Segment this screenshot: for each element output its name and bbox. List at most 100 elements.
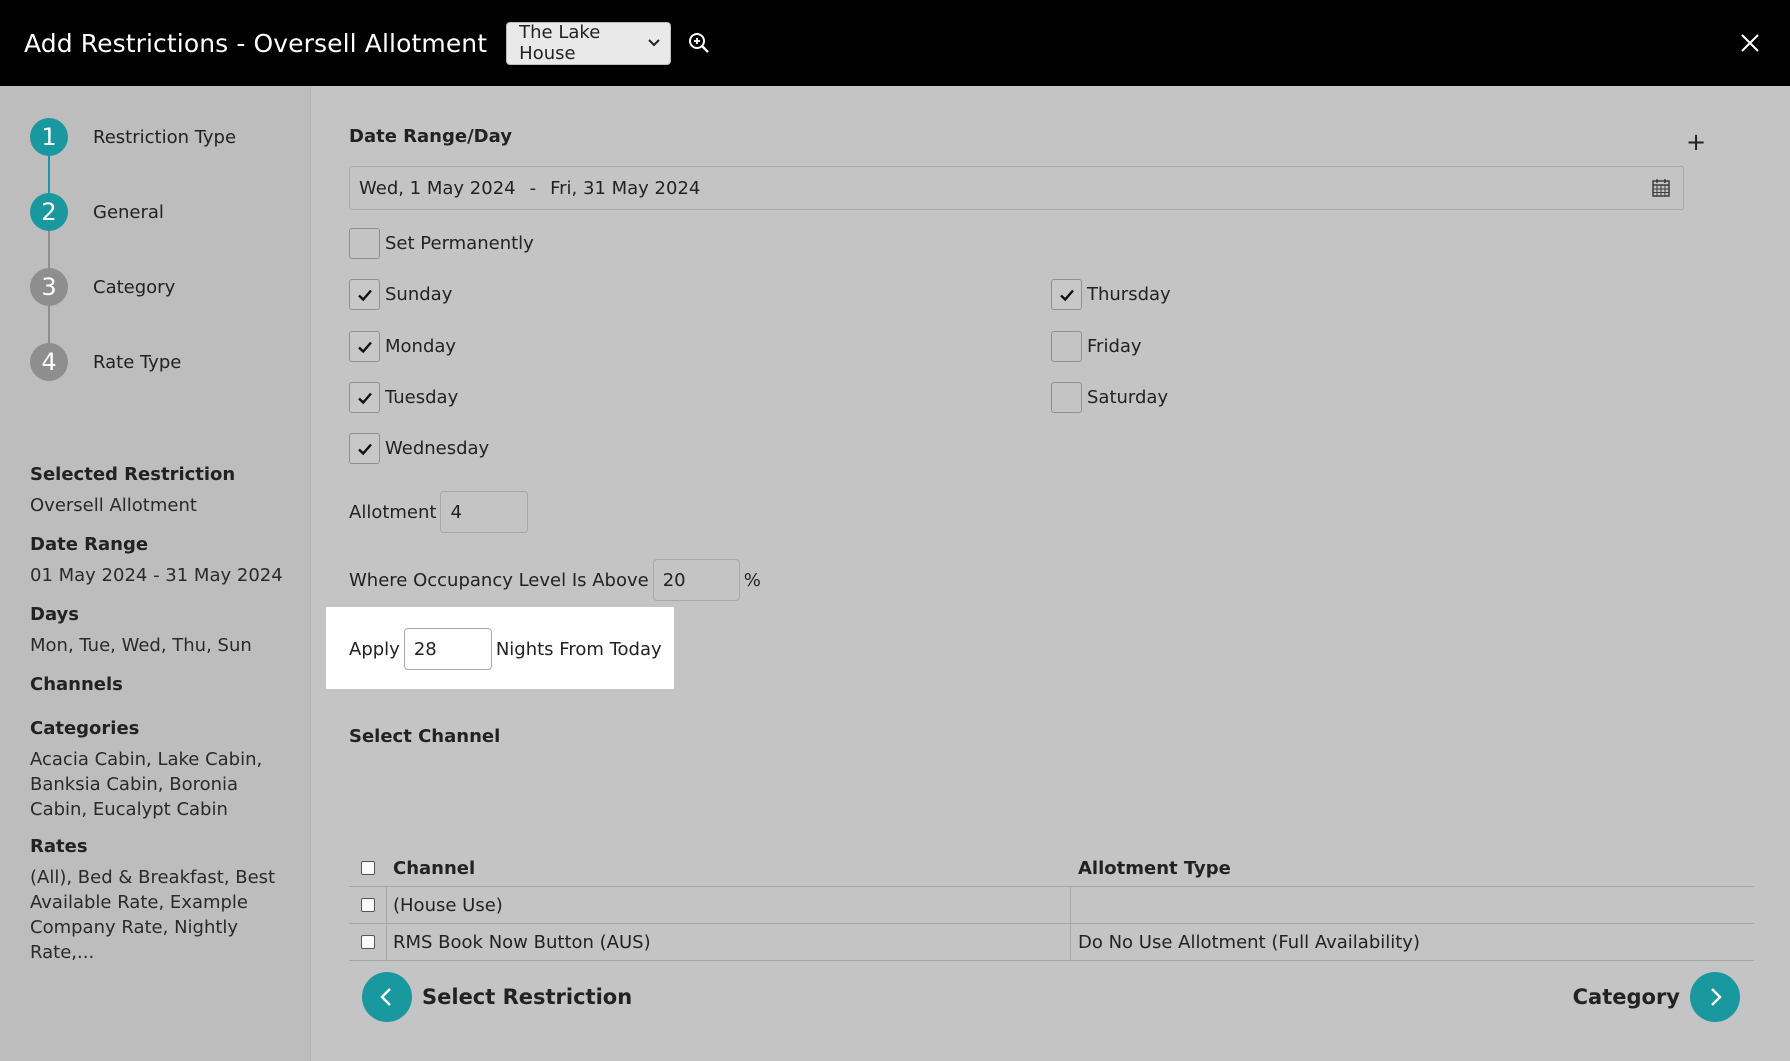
checkbox-box[interactable]: [349, 433, 380, 464]
allotment-type-cell: [1071, 887, 1078, 923]
step-category[interactable]: 3 Category: [30, 268, 175, 306]
day-sunday-checkbox[interactable]: Sunday: [349, 279, 452, 310]
summary-date-range-value: 01 May 2024 - 31 May 2024: [30, 565, 283, 586]
add-date-range-button[interactable]: +: [1686, 128, 1706, 156]
summary-restriction-value: Oversell Allotment: [30, 495, 197, 516]
checkbox-box[interactable]: [1051, 331, 1082, 362]
chevron-down-icon: [648, 36, 660, 51]
set-permanently-checkbox[interactable]: Set Permanently: [349, 228, 534, 259]
checkmark-icon: [1059, 289, 1074, 301]
summary-rates-label: Rates: [30, 836, 88, 857]
table-row[interactable]: RMS Book Now Button (AUS) Do No Use Allo…: [349, 924, 1754, 961]
checkbox-box[interactable]: [1051, 279, 1082, 310]
occupancy-unit: %: [743, 569, 761, 591]
checkmark-icon: [357, 341, 372, 353]
next-label: Category: [1572, 985, 1680, 1009]
day-friday-checkbox[interactable]: Friday: [1051, 331, 1142, 362]
day-label: Wednesday: [385, 438, 490, 459]
column-header-channel: Channel: [393, 857, 476, 879]
day-monday-checkbox[interactable]: Monday: [349, 331, 456, 362]
channel-cell: (House Use): [387, 887, 1071, 923]
checkbox-box[interactable]: [349, 279, 380, 310]
row-checkbox[interactable]: [360, 935, 375, 949]
occupancy-label: Where Occupancy Level Is Above: [349, 569, 649, 591]
checkmark-icon: [357, 443, 372, 455]
checkbox-box[interactable]: [349, 331, 380, 362]
summary-channels-label: Channels: [30, 674, 123, 695]
date-separator: -: [529, 177, 537, 199]
step-label: Rate Type: [93, 351, 182, 373]
close-icon[interactable]: [1736, 29, 1764, 57]
main-content: Date Range/Day + Wed, 1 May 2024 - Fri, …: [311, 86, 1790, 1061]
allotment-label: Allotment: [349, 501, 437, 523]
apply-suffix: Nights From Today: [495, 638, 662, 660]
back-label: Select Restriction: [422, 985, 633, 1009]
apply-label: Apply: [349, 638, 400, 660]
row-checkbox[interactable]: [360, 898, 375, 912]
summary-restriction-label: Selected Restriction: [30, 464, 236, 485]
date-end: Fri, 31 May 2024: [550, 177, 701, 199]
sidebar: 1 Restriction Type 2 General 3 Category …: [0, 86, 311, 1061]
table-header-row: Channel Allotment Type: [349, 850, 1754, 887]
checkmark-icon: [357, 289, 372, 301]
allotment-type-cell: Do No Use Allotment (Full Availability): [1078, 931, 1420, 953]
date-range-input[interactable]: Wed, 1 May 2024 - Fri, 31 May 2024: [349, 166, 1684, 210]
summary-categories-label: Categories: [30, 718, 140, 739]
checkbox-box[interactable]: [349, 228, 380, 259]
channel-table: Channel Allotment Type (House Use) RMS B…: [349, 850, 1754, 961]
set-permanently-label: Set Permanently: [385, 233, 534, 254]
step-number: 1: [30, 118, 68, 156]
day-label: Saturday: [1087, 387, 1169, 408]
summary-date-range-label: Date Range: [30, 534, 149, 555]
next-category-button[interactable]: Category: [1573, 972, 1740, 1022]
day-label: Friday: [1087, 336, 1142, 357]
step-rate-type[interactable]: 4 Rate Type: [30, 343, 181, 381]
property-select[interactable]: The Lake House: [506, 21, 672, 65]
day-saturday-checkbox[interactable]: Saturday: [1051, 382, 1168, 413]
apply-nights-field: Apply 28 Nights From Today: [349, 628, 662, 670]
calendar-icon[interactable]: [1651, 178, 1671, 198]
day-wednesday-checkbox[interactable]: Wednesday: [349, 433, 489, 464]
summary-days-value: Mon, Tue, Wed, Thu, Sun: [30, 635, 252, 656]
zoom-search-icon[interactable]: [687, 31, 711, 55]
restriction-summary: Selected Restriction Oversell Allotment …: [30, 462, 290, 965]
allotment-field: Allotment 4: [349, 491, 532, 533]
checkbox-box[interactable]: [349, 382, 380, 413]
date-range-title: Date Range/Day: [349, 126, 512, 147]
checkbox-box[interactable]: [1051, 382, 1082, 413]
apply-nights-input[interactable]: 28: [403, 628, 492, 670]
page-title: Add Restrictions - Oversell Allotment: [24, 28, 488, 58]
day-label: Tuesday: [385, 387, 459, 408]
occupancy-input[interactable]: 20: [652, 559, 740, 601]
step-label: Category: [93, 276, 176, 298]
select-channel-title: Select Channel: [349, 726, 501, 747]
header-bar: Add Restrictions - Oversell Allotment Th…: [0, 0, 1790, 86]
property-select-value: The Lake House: [519, 22, 601, 64]
select-all-checkbox[interactable]: [361, 861, 375, 875]
step-number: 2: [30, 193, 68, 231]
step-general[interactable]: 2 General: [30, 193, 164, 231]
day-tuesday-checkbox[interactable]: Tuesday: [349, 382, 458, 413]
select-all-cell: [349, 850, 387, 886]
nav-circle: [1690, 972, 1740, 1022]
checkmark-icon: [357, 392, 372, 404]
row-select-cell: [349, 924, 387, 960]
table-row[interactable]: (House Use): [349, 887, 1754, 924]
step-number: 4: [30, 343, 68, 381]
nav-circle: [362, 972, 412, 1022]
step-label: General: [93, 201, 164, 223]
step-restriction-type[interactable]: 1 Restriction Type: [30, 118, 236, 156]
day-label: Thursday: [1087, 284, 1171, 305]
back-select-restriction-button[interactable]: Select Restriction: [362, 972, 632, 1022]
allotment-input[interactable]: 4: [440, 491, 529, 533]
summary-rates-value: (All), Bed & Breakfast, Best Available R…: [30, 867, 276, 963]
row-select-cell: [349, 887, 387, 923]
occupancy-field: Where Occupancy Level Is Above 20 %: [349, 559, 761, 601]
step-number: 3: [30, 268, 68, 306]
date-start: Wed, 1 May 2024: [359, 177, 516, 199]
day-thursday-checkbox[interactable]: Thursday: [1051, 279, 1171, 310]
summary-categories-value: Acacia Cabin, Lake Cabin, Banksia Cabin,…: [30, 749, 263, 820]
day-label: Sunday: [385, 284, 453, 305]
column-header-allotment-type: Allotment Type: [1078, 857, 1231, 879]
channel-cell: RMS Book Now Button (AUS): [387, 924, 1071, 960]
